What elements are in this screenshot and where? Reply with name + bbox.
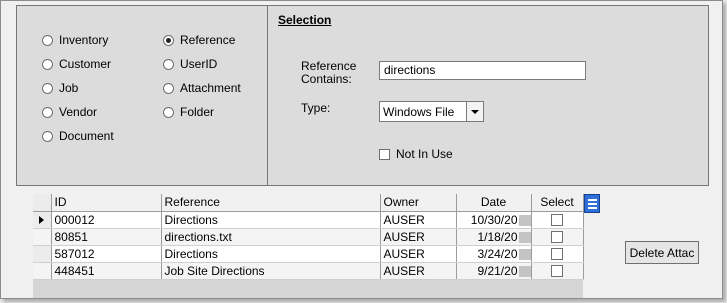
panel-divider: [267, 6, 268, 185]
window-frame: Inventory Customer Job Vendor Document Refere…: [0, 0, 723, 299]
cell-owner: AUSER: [380, 211, 457, 229]
column-chooser-button[interactable]: [584, 194, 600, 213]
cell-date: 9/21/20: [456, 262, 532, 280]
not-in-use-label: Not In Use: [396, 147, 453, 161]
not-in-use-checkbox[interactable]: [379, 148, 390, 160]
radio-button[interactable]: [42, 130, 53, 142]
date-text: 9/21/20: [477, 263, 518, 278]
not-in-use-option[interactable]: Not In Use: [379, 147, 453, 161]
search-type-document-option[interactable]: Document: [42, 129, 114, 143]
column-header-select[interactable]: Select: [531, 194, 584, 212]
radio-button[interactable]: [42, 34, 53, 46]
column-header-id[interactable]: ID: [51, 194, 162, 212]
row-select-checkbox[interactable]: [551, 248, 563, 261]
cell-reference: Directions: [161, 211, 381, 229]
type-dropdown-button[interactable]: [466, 102, 483, 121]
radio-label: Folder: [180, 105, 215, 119]
radio-label: Job: [59, 81, 79, 95]
cell-id: 587012: [51, 245, 162, 263]
radio-label: Customer: [59, 57, 112, 71]
cell-owner: AUSER: [380, 245, 457, 263]
radio-button[interactable]: [42, 106, 53, 118]
selection-title: Selection: [278, 13, 332, 27]
search-type-userid-option[interactable]: UserID: [163, 57, 217, 71]
date-redaction: [518, 265, 530, 277]
search-type-attachment-option[interactable]: Attachment: [163, 81, 241, 95]
delete-attachment-button[interactable]: Delete Attac: [625, 241, 699, 264]
grid-body: 000012 Directions AUSER 10/30/20 80851 direct…: [33, 211, 584, 280]
date-redaction: [518, 214, 530, 226]
radio-label: Document: [59, 129, 114, 143]
radio-button[interactable]: [163, 58, 174, 70]
search-type-inventory-option[interactable]: Inventory: [42, 33, 108, 47]
cell-reference: Job Site Directions: [161, 262, 381, 280]
row-select-checkbox[interactable]: [551, 265, 563, 278]
reference-contains-input[interactable]: directions: [379, 61, 586, 80]
cell-owner: AUSER: [380, 262, 457, 280]
type-label: Type:: [301, 101, 331, 115]
search-type-reference-option[interactable]: Reference: [163, 33, 235, 47]
radio-button[interactable]: [163, 106, 174, 118]
radio-label: Inventory: [59, 33, 109, 47]
cell-owner: AUSER: [380, 228, 457, 246]
cell-date: 10/30/20: [456, 211, 532, 229]
row-selector[interactable]: [33, 211, 52, 229]
table-row[interactable]: 448451 Job Site Directions AUSER 9/21/20: [33, 262, 584, 280]
cell-date: 3/24/20: [456, 245, 532, 263]
radio-button[interactable]: [163, 82, 174, 94]
row-selector[interactable]: [33, 262, 52, 280]
results-table: ID Reference Owner Date Select 000012 Dir…: [33, 194, 584, 280]
date-text: 1/18/20: [477, 229, 518, 244]
cell-select: [531, 245, 584, 263]
cell-reference: directions.txt: [161, 228, 381, 246]
search-type-vendor-option[interactable]: Vendor: [42, 105, 97, 119]
current-row-icon: [39, 215, 45, 224]
reference-contains-label: Reference Contains:: [301, 59, 357, 86]
row-selector[interactable]: [33, 228, 52, 246]
cell-date: 1/18/20: [456, 228, 532, 246]
radio-label: UserID: [180, 57, 218, 71]
cell-select: [531, 262, 584, 280]
row-select-checkbox[interactable]: [551, 214, 563, 227]
date-text: 3/24/20: [477, 246, 518, 261]
search-panel: Inventory Customer Job Vendor Document Refere…: [16, 5, 709, 186]
type-select[interactable]: Windows File: [379, 101, 484, 122]
date-text: 10/30/20: [470, 212, 518, 227]
cell-id: 80851: [51, 228, 162, 246]
radio-label: Attachment: [180, 81, 241, 95]
cell-reference: Directions: [161, 245, 381, 263]
table-row[interactable]: 587012 Directions AUSER 3/24/20: [33, 245, 584, 263]
row-select-checkbox[interactable]: [551, 231, 563, 244]
column-header-owner[interactable]: Owner: [380, 194, 457, 212]
table-row[interactable]: 000012 Directions AUSER 10/30/20: [33, 211, 584, 229]
cell-select: [531, 228, 584, 246]
column-header-reference[interactable]: Reference: [161, 194, 381, 212]
type-select-value: Windows File: [383, 105, 455, 119]
table-row[interactable]: 80851 directions.txt AUSER 1/18/20: [33, 228, 584, 246]
search-type-folder-option[interactable]: Folder: [163, 105, 214, 119]
search-type-job-option[interactable]: Job: [42, 81, 78, 95]
cell-id: 000012: [51, 211, 162, 229]
radio-label: Reference: [180, 33, 236, 47]
row-selector-header: [33, 194, 52, 212]
column-chooser-icon: [587, 198, 597, 201]
radio-label: Vendor: [59, 105, 98, 119]
results-grid: ID Reference Owner Date Select 000012 Dir…: [33, 194, 584, 298]
cell-id: 448451: [51, 262, 162, 280]
grid-header-row: ID Reference Owner Date Select: [33, 194, 584, 212]
radio-button[interactable]: [42, 58, 53, 70]
cell-select: [531, 211, 584, 229]
column-header-date[interactable]: Date: [456, 194, 532, 212]
date-redaction: [518, 231, 530, 243]
search-type-customer-option[interactable]: Customer: [42, 57, 111, 71]
date-redaction: [518, 248, 530, 260]
radio-button[interactable]: [42, 82, 53, 94]
chevron-down-icon: [471, 109, 479, 114]
radio-button[interactable]: [163, 34, 174, 46]
row-selector[interactable]: [33, 245, 52, 263]
